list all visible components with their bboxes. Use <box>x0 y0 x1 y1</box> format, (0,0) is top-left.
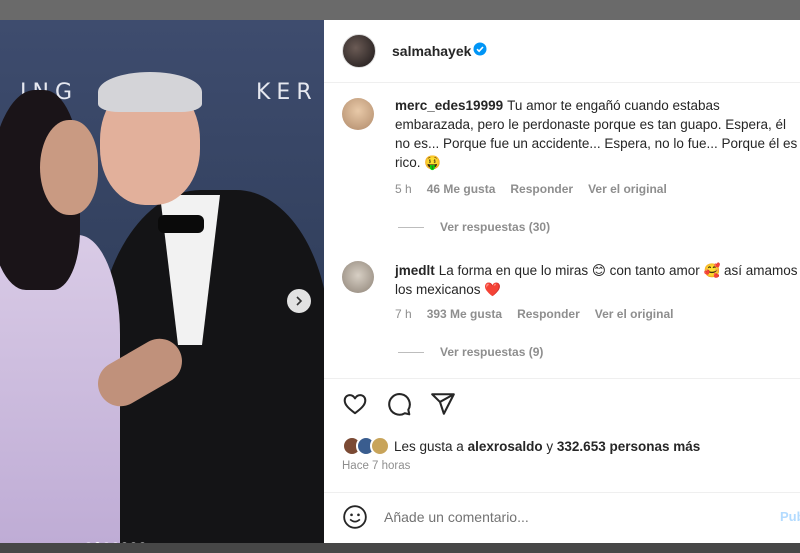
heart-icon[interactable] <box>342 391 368 417</box>
share-icon[interactable] <box>430 391 456 417</box>
comment-time[interactable]: 5 h <box>395 182 412 196</box>
liker-avatar <box>370 436 390 456</box>
photo-face-woman <box>40 120 98 215</box>
comment-username[interactable]: merc_edes19999 <box>395 98 503 113</box>
view-replies-button[interactable]: Ver respuestas (9) <box>398 345 543 359</box>
photo-bowtie <box>158 215 204 233</box>
emoji-icon[interactable] <box>342 504 368 530</box>
see-original-link[interactable]: Ver el original <box>588 182 667 196</box>
commenter-avatar[interactable] <box>342 261 374 293</box>
view-replies-label: Ver respuestas (9) <box>440 345 544 359</box>
post-header: salmahayek <box>324 20 800 83</box>
replies-divider <box>398 351 424 353</box>
post-actions <box>342 391 456 417</box>
comment-icon[interactable] <box>386 391 412 417</box>
post-timestamp[interactable]: Hace 7 horas <box>342 460 410 472</box>
comment-reply-button[interactable]: Responder <box>517 307 580 321</box>
see-original-link[interactable]: Ver el original <box>595 307 674 321</box>
post-photo[interactable]: ING KER <box>0 20 324 543</box>
add-comment-input[interactable] <box>384 507 744 527</box>
comment-body: jmedlt La forma en que lo miras 😊 con tan… <box>395 261 800 299</box>
comment-body: merc_edes19999 Tu amor te engañó cuando e… <box>395 96 800 172</box>
verified-badge-icon <box>473 42 487 56</box>
comment-reply-button[interactable]: Responder <box>510 182 573 196</box>
comment-likes[interactable]: 46 Me gusta <box>427 182 496 196</box>
photo-brand-right: KER <box>256 80 318 105</box>
divider <box>324 378 800 379</box>
top-bar <box>0 0 800 20</box>
carousel-next-button[interactable] <box>287 289 311 313</box>
view-replies-button[interactable]: Ver respuestas (30) <box>398 220 550 234</box>
likes-others[interactable]: 332.653 personas más <box>557 439 700 454</box>
likes-summary[interactable]: Les gusta a alexrosaldo y 332.653 person… <box>342 435 700 457</box>
likes-prefix: Les gusta a <box>394 438 464 454</box>
comment-likes[interactable]: 393 Me gusta <box>427 307 502 321</box>
comment-text: La forma en que lo miras 😊 con tanto amo… <box>395 263 798 297</box>
comment-time[interactable]: 7 h <box>395 307 412 321</box>
bottom-bar <box>0 543 800 553</box>
post-sidebar: salmahayek merc_edes19999 Tu amor te enga… <box>324 20 800 543</box>
commenter-avatar[interactable] <box>342 98 374 130</box>
divider <box>324 492 800 493</box>
author-avatar[interactable] <box>342 34 376 68</box>
likes-connector: y <box>546 438 554 454</box>
likes-user[interactable]: alexrosaldo <box>468 439 543 454</box>
replies-divider <box>398 226 424 228</box>
comment-meta: 7 h 393 Me gusta Responder Ver el origin… <box>395 307 673 321</box>
likes-text: Les gusta a alexrosaldo y 332.653 person… <box>394 439 700 454</box>
comment-meta: 5 h 46 Me gusta Responder Ver el origina… <box>395 182 667 196</box>
comment-username[interactable]: jmedlt <box>395 263 435 278</box>
publish-button[interactable]: Publicar <box>780 509 800 524</box>
view-replies-label: Ver respuestas (30) <box>440 220 551 234</box>
photo-hair-man <box>98 72 202 112</box>
chevron-right-icon <box>296 296 303 306</box>
author-username[interactable]: salmahayek <box>392 43 471 59</box>
